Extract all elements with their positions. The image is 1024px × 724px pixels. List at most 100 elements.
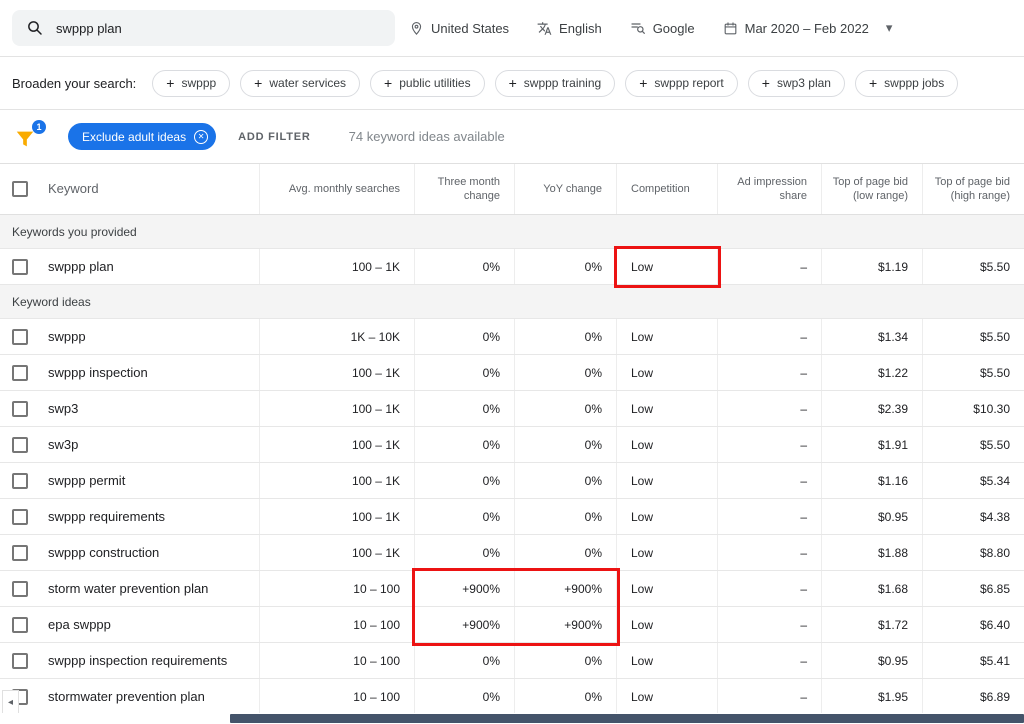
row-checkbox[interactable] xyxy=(12,364,28,381)
row-checkbox[interactable] xyxy=(12,400,28,417)
searches-cell: 100 – 1K xyxy=(260,391,415,426)
header-label: Keyword xyxy=(48,181,99,196)
keyword-label: stormwater prevention plan xyxy=(48,689,205,704)
date-range-setting[interactable]: Mar 2020 – Feb 2022 ▾ xyxy=(723,20,893,36)
keyword-label: swppp permit xyxy=(48,473,126,488)
searches-value: 10 – 100 xyxy=(353,581,400,596)
location-setting[interactable]: United States xyxy=(409,21,509,36)
competition-value: Low xyxy=(631,653,654,668)
row-checkbox[interactable] xyxy=(12,580,28,597)
broaden-search-bar: Broaden your search: + swppp + water ser… xyxy=(0,57,1024,110)
high-bid-value: $6.40 xyxy=(979,617,1010,632)
competition-cell: Low xyxy=(617,249,718,284)
row-checkbox[interactable] xyxy=(12,616,28,633)
yoy-cell: 0% xyxy=(515,319,617,354)
chip-label: swppp training xyxy=(523,76,602,90)
translate-icon xyxy=(537,21,552,35)
low-bid-value: $2.39 xyxy=(877,401,908,416)
header-label: Ad impression share xyxy=(737,176,807,202)
low-bid-value: $1.22 xyxy=(877,365,908,380)
table-row: swppp inspection 100 – 1K 0% 0% Low – $1.22 $5.… xyxy=(0,355,1024,391)
row-checkbox[interactable] xyxy=(12,652,28,669)
select-all-checkbox[interactable] xyxy=(12,181,28,197)
three-month-cell: 0% xyxy=(415,535,515,570)
high-bid-value: $8.80 xyxy=(979,545,1010,560)
header-label: YoY change xyxy=(543,183,602,195)
add-filter-button[interactable]: ADD FILTER xyxy=(238,131,311,143)
competition-value: Low xyxy=(631,401,654,416)
row-checkbox[interactable] xyxy=(12,472,28,489)
low-bid-cell: $1.22 xyxy=(822,355,923,390)
exclude-chip-label: Exclude adult ideas xyxy=(82,129,187,144)
table-row: swppp requirements 100 – 1K 0% 0% Low – $0.95 $… xyxy=(0,499,1024,535)
three-month-value: 0% xyxy=(482,653,500,668)
high-bid-value: $5.50 xyxy=(979,259,1010,274)
remove-filter-icon[interactable]: ✕ xyxy=(194,129,209,144)
yoy-cell: 0% xyxy=(515,463,617,498)
searches-cell: 100 – 1K xyxy=(260,535,415,570)
chip-label: swppp report xyxy=(654,76,724,90)
high-bid-value: $6.85 xyxy=(979,581,1010,596)
row-checkbox[interactable] xyxy=(12,258,28,275)
filter-funnel[interactable]: 1 xyxy=(14,119,46,152)
table-body: Keywords you provided swppp plan 100 – 1K 0… xyxy=(0,215,1024,715)
row-checkbox[interactable] xyxy=(12,544,28,561)
three-month-cell: 0% xyxy=(415,643,515,678)
searches-cell: 1K – 10K xyxy=(260,319,415,354)
row-checkbox[interactable] xyxy=(12,328,28,345)
ad-share-value: – xyxy=(800,365,807,380)
keyword-cell: swppp requirements xyxy=(0,499,260,534)
low-bid-cell: $1.68 xyxy=(822,571,923,606)
three-month-value: 0% xyxy=(482,473,500,488)
broaden-chip-swp3-plan[interactable]: + swp3 plan xyxy=(747,69,845,97)
chip-label: water services xyxy=(269,76,347,90)
searches-value: 100 – 1K xyxy=(351,545,400,560)
high-bid-value: $5.50 xyxy=(979,437,1010,452)
keyword-search-input[interactable]: swppp plan xyxy=(12,10,395,46)
low-bid-cell: $1.34 xyxy=(822,319,923,354)
broaden-chip-swppp-jobs[interactable]: + swppp jobs xyxy=(854,69,959,97)
horizontal-scrollbar-thumb[interactable] xyxy=(230,714,1024,723)
yoy-value: 0% xyxy=(584,689,602,704)
plus-icon: + xyxy=(166,75,175,91)
chevron-down-icon[interactable]: ▾ xyxy=(886,20,893,36)
yoy-cell: 0% xyxy=(515,643,617,678)
broaden-chip-swppp-training[interactable]: + swppp training xyxy=(494,69,616,97)
high-bid-cell: $5.41 xyxy=(923,643,1024,678)
language-setting[interactable]: English xyxy=(537,21,602,36)
keyword-label: swppp inspection requirements xyxy=(48,653,228,668)
high-bid-value: $5.50 xyxy=(979,365,1010,380)
row-checkbox[interactable] xyxy=(12,508,28,525)
broaden-chip-public-utilities[interactable]: + public utilities xyxy=(370,69,485,97)
searches-cell: 100 – 1K xyxy=(260,249,415,284)
keyword-cell: swppp inspection xyxy=(0,355,260,390)
low-bid-cell: $1.72 xyxy=(822,607,923,642)
three-month-cell: 0% xyxy=(415,355,515,390)
three-month-cell: 0% xyxy=(415,427,515,462)
table-row: swp3 100 – 1K 0% 0% Low – $2.39 $10.30 xyxy=(0,391,1024,427)
low-bid-value: $1.72 xyxy=(877,617,908,632)
high-bid-value: $5.50 xyxy=(979,329,1010,344)
broaden-chip-swppp[interactable]: + swppp xyxy=(152,69,231,97)
table-row: sw3p 100 – 1K 0% 0% Low – $1.91 $5.50 xyxy=(0,427,1024,463)
yoy-value: 0% xyxy=(584,653,602,668)
broaden-chip-water-services[interactable]: + water services xyxy=(240,69,361,97)
top-of-page-bid-high-header: Top of page bid (high range) xyxy=(923,164,1024,214)
searches-value: 100 – 1K xyxy=(351,473,400,488)
scroll-left-button[interactable]: ◂ xyxy=(2,690,19,714)
ad-share-value: – xyxy=(800,401,807,416)
search-icon xyxy=(28,21,42,35)
yoy-cell: +900% xyxy=(515,607,617,642)
table-row: swppp plan 100 – 1K 0% 0% Low – $1.19 $5.50 xyxy=(0,249,1024,285)
date-range-value: Mar 2020 – Feb 2022 xyxy=(744,20,869,36)
row-checkbox[interactable] xyxy=(12,436,28,453)
plus-icon: + xyxy=(254,75,263,91)
three-month-cell: +900% xyxy=(415,571,515,606)
keyword-label: swppp plan xyxy=(48,259,114,274)
exclude-adult-ideas-chip[interactable]: Exclude adult ideas ✕ xyxy=(68,123,217,150)
ad-share-value: – xyxy=(800,473,807,488)
broaden-chip-swppp-report[interactable]: + swppp report xyxy=(625,69,738,97)
search-value: swppp plan xyxy=(56,20,122,36)
network-setting[interactable]: Google xyxy=(630,20,695,36)
competition-cell: Low xyxy=(617,499,718,534)
